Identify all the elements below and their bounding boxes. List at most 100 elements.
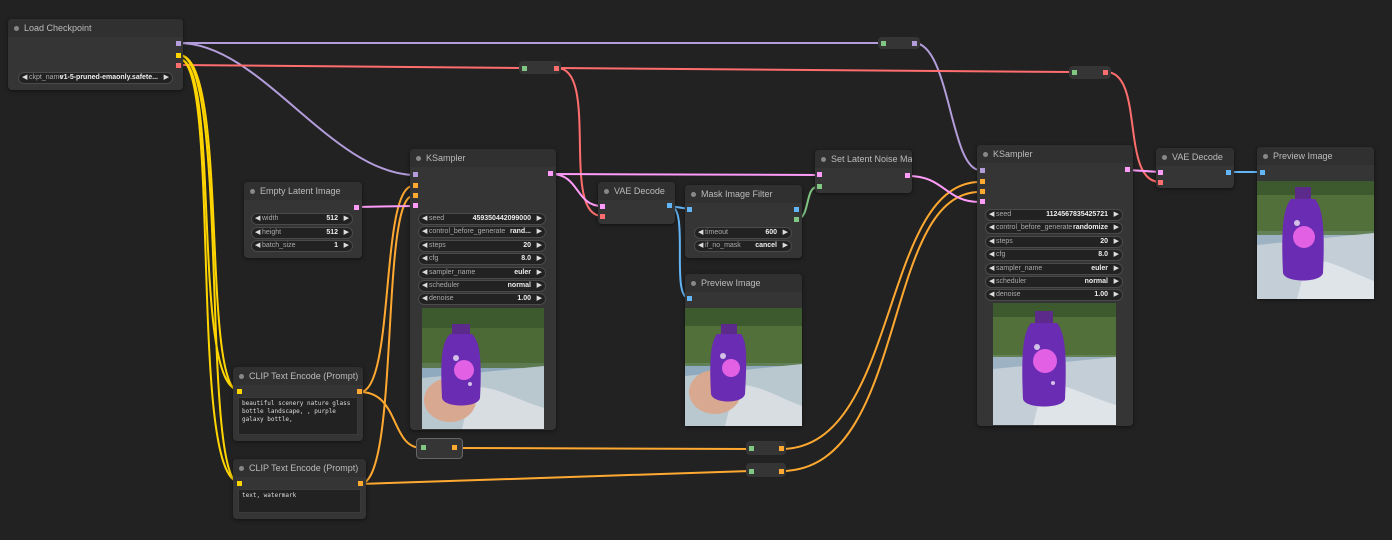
input-vae-slot[interactable] <box>600 214 605 219</box>
control-before-generate-widget[interactable]: ◀ control_before_generate randomize ▶ <box>985 222 1123 235</box>
denoise-widget[interactable]: ◀ denoise 1.00 ▶ <box>418 293 546 306</box>
arrow-right-icon[interactable]: ▶ <box>1114 264 1119 274</box>
arrow-left-icon[interactable]: ◀ <box>255 214 260 224</box>
collapse-dot-icon[interactable] <box>821 157 826 162</box>
ksampler-node-2[interactable]: KSampler ◀ seed 1124567835425721 ▶ ◀ control_… <box>977 145 1133 426</box>
input-mask-slot[interactable] <box>817 184 822 189</box>
reroute-input-slot[interactable] <box>881 41 886 46</box>
input-latent-slot[interactable] <box>980 199 985 204</box>
arrow-left-icon[interactable]: ◀ <box>255 241 260 251</box>
cfg-widget[interactable]: ◀ cfg 8.0 ▶ <box>985 249 1123 262</box>
timeout-widget[interactable]: ◀ timeout 600 ▶ <box>694 227 792 239</box>
output-latent-slot[interactable] <box>905 173 910 178</box>
output-latent-slot[interactable] <box>1125 167 1130 172</box>
arrow-right-icon[interactable]: ▶ <box>1114 210 1119 220</box>
arrow-right-icon[interactable]: ▶ <box>1114 250 1119 260</box>
arrow-left-icon[interactable]: ◀ <box>989 290 994 300</box>
width-widget[interactable]: ◀ width 512 ▶ <box>251 213 353 225</box>
reroute-output-slot[interactable] <box>452 445 457 450</box>
arrow-left-icon[interactable]: ◀ <box>422 227 427 237</box>
collapse-dot-icon[interactable] <box>604 189 609 194</box>
reroute-output-slot[interactable] <box>779 469 784 474</box>
input-samples-slot[interactable] <box>600 204 605 209</box>
arrow-left-icon[interactable]: ◀ <box>989 223 994 233</box>
reroute-input-slot[interactable] <box>421 445 426 450</box>
prompt-text-area[interactable]: text, watermark <box>238 489 361 513</box>
input-images-slot[interactable] <box>1260 170 1265 175</box>
arrow-left-icon[interactable]: ◀ <box>422 241 427 251</box>
arrow-left-icon[interactable]: ◀ <box>989 210 994 220</box>
sampler-name-widget[interactable]: ◀ sampler_name euler ▶ <box>418 266 546 279</box>
arrow-right-icon[interactable]: ▶ <box>537 214 542 224</box>
node-graph-canvas[interactable]: Load Checkpoint ◀ ckpt_name v1-5-pruned-… <box>0 0 1392 540</box>
collapse-dot-icon[interactable] <box>14 26 19 31</box>
arrow-left-icon[interactable]: ◀ <box>422 268 427 278</box>
arrow-right-icon[interactable]: ▶ <box>1114 237 1119 247</box>
output-conditioning-slot[interactable] <box>358 481 363 486</box>
arrow-right-icon[interactable]: ▶ <box>1114 290 1119 300</box>
collapse-dot-icon[interactable] <box>1263 154 1268 159</box>
output-clip-slot[interactable] <box>176 53 181 58</box>
empty-latent-node[interactable]: Empty Latent Image ◀ width 512 ▶ ◀ heigh… <box>244 182 362 258</box>
input-positive-slot[interactable] <box>413 183 418 188</box>
seed-widget[interactable]: ◀ seed 459350442099000 ▶ <box>418 213 546 225</box>
collapse-dot-icon[interactable] <box>239 374 244 379</box>
collapse-dot-icon[interactable] <box>250 189 255 194</box>
if-no-mask-widget[interactable]: ◀ if_no_mask cancel ▶ <box>694 240 792 252</box>
arrow-left-icon[interactable]: ◀ <box>989 237 994 247</box>
arrow-right-icon[interactable]: ▶ <box>537 227 542 237</box>
input-clip-slot[interactable] <box>237 481 242 486</box>
reroute-output-slot[interactable] <box>912 41 917 46</box>
arrow-right-icon[interactable]: ▶ <box>537 254 542 264</box>
reroute-input-slot[interactable] <box>749 446 754 451</box>
reroute-input-slot[interactable] <box>522 66 527 71</box>
arrow-left-icon[interactable]: ◀ <box>989 277 994 287</box>
mask-image-filter-node[interactable]: Mask Image Filter ◀ timeout 600 ▶ ◀ if_n… <box>685 185 802 258</box>
reroute-output-slot[interactable] <box>1103 70 1108 75</box>
input-negative-slot[interactable] <box>980 189 985 194</box>
set-latent-noise-mask-node[interactable]: Set Latent Noise Mask <box>815 150 912 193</box>
collapse-dot-icon[interactable] <box>239 466 244 471</box>
input-negative-slot[interactable] <box>413 193 418 198</box>
input-samples-slot[interactable] <box>1158 170 1163 175</box>
arrow-left-icon[interactable]: ◀ <box>422 254 427 264</box>
preview-image-node-2[interactable]: Preview Image <box>1257 147 1374 299</box>
input-vae-slot[interactable] <box>1158 180 1163 185</box>
arrow-left-icon[interactable]: ◀ <box>422 294 427 304</box>
input-positive-slot[interactable] <box>980 179 985 184</box>
steps-widget[interactable]: ◀ steps 20 ▶ <box>985 235 1123 248</box>
reroute-input-slot[interactable] <box>1072 70 1077 75</box>
seed-widget[interactable]: ◀ seed 1124567835425721 ▶ <box>985 209 1123 221</box>
cfg-widget[interactable]: ◀ cfg 8.0 ▶ <box>418 253 546 266</box>
scheduler-widget[interactable]: ◀ scheduler normal ▶ <box>418 280 546 292</box>
arrow-left-icon[interactable]: ◀ <box>422 214 427 224</box>
output-image-slot[interactable] <box>667 203 672 208</box>
batch-size-widget[interactable]: ◀ batch_size 1 ▶ <box>251 240 353 252</box>
reroute-output-slot[interactable] <box>779 446 784 451</box>
collapse-dot-icon[interactable] <box>691 192 696 197</box>
arrow-left-icon[interactable]: ◀ <box>698 241 703 251</box>
collapse-dot-icon[interactable] <box>983 152 988 157</box>
collapse-dot-icon[interactable] <box>691 281 696 286</box>
reroute-input-slot[interactable] <box>749 469 754 474</box>
output-vae-slot[interactable] <box>176 63 181 68</box>
output-latent-slot[interactable] <box>548 171 553 176</box>
input-model-slot[interactable] <box>980 168 985 173</box>
steps-widget[interactable]: ◀ steps 20 ▶ <box>418 239 546 252</box>
vae-decode-node-1[interactable]: VAE Decode <box>598 182 675 224</box>
arrow-right-icon[interactable]: ▶ <box>783 241 788 251</box>
arrow-right-icon[interactable]: ▶ <box>537 241 542 251</box>
output-mask-slot[interactable] <box>794 217 799 222</box>
arrow-right-icon[interactable]: ▶ <box>783 228 788 238</box>
input-images-slot[interactable] <box>687 296 692 301</box>
output-conditioning-slot[interactable] <box>357 389 362 394</box>
input-model-slot[interactable] <box>413 172 418 177</box>
arrow-right-icon[interactable]: ▶ <box>537 268 542 278</box>
input-image-slot[interactable] <box>687 207 692 212</box>
arrow-right-icon[interactable]: ▶ <box>344 214 349 224</box>
output-latent-slot[interactable] <box>354 205 359 210</box>
height-widget[interactable]: ◀ height 512 ▶ <box>251 227 353 239</box>
vae-decode-node-2[interactable]: VAE Decode <box>1156 148 1234 188</box>
collapse-dot-icon[interactable] <box>1162 155 1167 160</box>
ksampler-node-1[interactable]: KSampler ◀ seed 459350442099000 ▶ ◀ control_b… <box>410 149 556 430</box>
